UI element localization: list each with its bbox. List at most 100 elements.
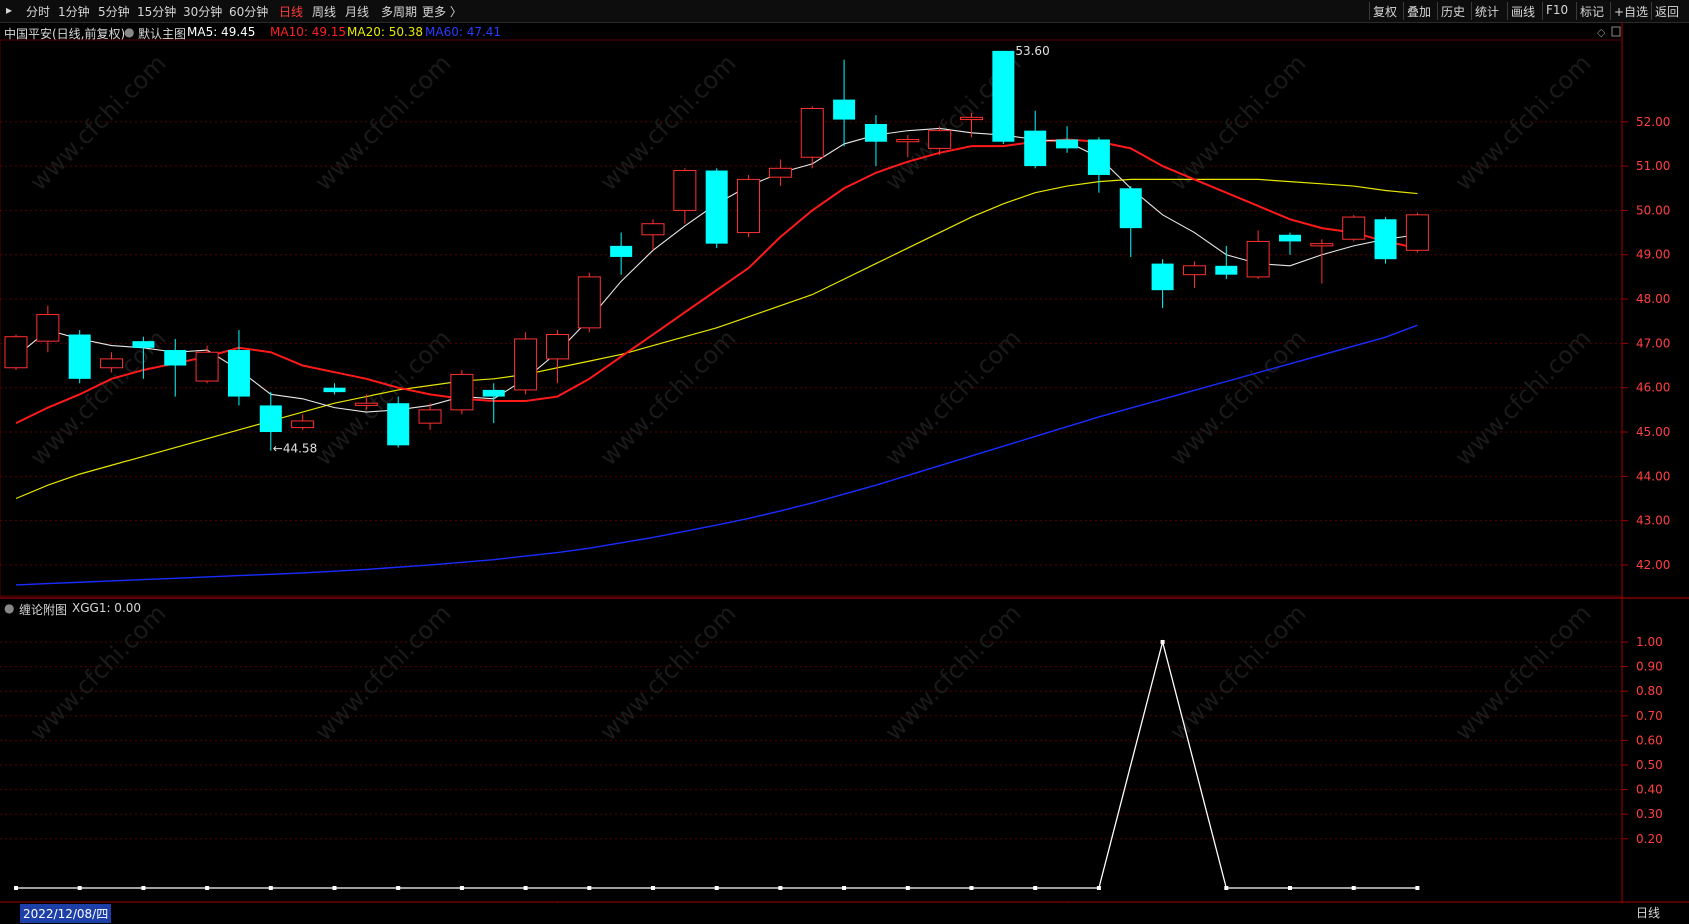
watermark-text: www.cfchi.com [879, 599, 1026, 746]
xgg1-point [651, 886, 655, 890]
price-tick-label: 50.00 [1636, 203, 1670, 217]
candle-body-down [387, 403, 410, 446]
candle-body-down [992, 50, 1015, 142]
candle-body-down [705, 170, 728, 244]
period-tab-9[interactable]: 多周期 [381, 3, 417, 20]
candle-body-up [1405, 214, 1429, 251]
price-tick-label: 45.00 [1636, 425, 1670, 439]
candle-body-up [4, 336, 28, 369]
candle-body-up [354, 402, 378, 406]
indicator-tick-label: 0.60 [1636, 733, 1663, 747]
tool-button-2[interactable]: 历史 [1441, 3, 1465, 20]
candle-body-up [418, 409, 442, 424]
xgg1-point [587, 886, 592, 890]
xgg1-point [1224, 886, 1229, 890]
period-tab-4[interactable]: 30分钟 [183, 3, 222, 20]
xgg1-point [268, 886, 273, 890]
xgg1-point [523, 886, 528, 890]
tool-button-7[interactable]: +自选 [1614, 3, 1648, 20]
candle-body-up [896, 139, 920, 143]
watermark-text: www.cfchi.com [594, 599, 741, 746]
period-tab-2[interactable]: 5分钟 [98, 3, 130, 20]
indicator-tick-label: 0.90 [1636, 660, 1663, 674]
xgg1-point [1160, 640, 1165, 644]
xgg1-point [905, 886, 910, 890]
tool-button-5[interactable]: F10 [1546, 3, 1568, 17]
price-tick-label: 51.00 [1636, 159, 1670, 173]
period-tab-7[interactable]: 周线 [312, 3, 336, 20]
price-tick-label: 49.00 [1636, 248, 1670, 262]
tool-button-3[interactable]: 统计 [1475, 3, 1499, 20]
high-price-label: 53.60 [1015, 44, 1049, 58]
candle-body-up [450, 373, 474, 411]
price-tick-label: 47.00 [1636, 336, 1670, 350]
tool-button-0[interactable]: 复权 [1373, 3, 1397, 20]
expand-arrow-icon[interactable]: ▸ [6, 3, 12, 17]
candle-body-up [1342, 216, 1366, 240]
low-price-label: ←44.58 [273, 442, 317, 456]
xgg1-point [1033, 886, 1038, 890]
watermark-text: www.cfchi.com [594, 324, 741, 471]
kline-chart[interactable]: 52.00 51.00 50.00 49.00 48.00 47.00 46.00 45.00… [0, 22, 1689, 904]
xgg1-point [714, 886, 719, 890]
indicator-tick-label: 0.20 [1636, 832, 1663, 846]
period-toolbar: 分时 1分钟 5分钟 15分钟 30分钟 60分钟 日线 周线 月线 多周期 更多 〉 ▸ 复权 叠加历… [0, 0, 1689, 23]
watermark-text: www.cfchi.com [1164, 49, 1311, 196]
indicator-tick-label: 1.00 [1636, 635, 1663, 649]
candle-body-down [610, 245, 633, 257]
period-tab-8[interactable]: 月线 [345, 3, 369, 20]
period-tab-5[interactable]: 60分钟 [229, 3, 268, 20]
day-tab[interactable]: 日线 [1636, 904, 1660, 921]
watermark-text: www.cfchi.com [309, 49, 456, 196]
candle-body-down [1087, 139, 1110, 175]
candle-body-up [737, 178, 761, 234]
period-tab-1[interactable]: 1分钟 [58, 3, 90, 20]
xgg1-point [14, 886, 18, 890]
watermark-text: www.cfchi.com [879, 324, 1026, 471]
period-tab-10[interactable]: 更多 〉 [422, 3, 462, 20]
candle-body-down [864, 123, 887, 142]
price-tick-label: 48.00 [1636, 292, 1670, 306]
candle-body-up [1310, 243, 1334, 247]
candle-body-down [259, 405, 282, 433]
candle-body-down [1024, 130, 1047, 167]
watermark-text: www.cfchi.com [24, 599, 171, 746]
cursor-date-label: 2022/12/08/四 [20, 904, 112, 923]
period-tab-3[interactable]: 15分钟 [137, 3, 176, 20]
candle-body-up [1182, 265, 1206, 276]
tool-button-4[interactable]: 画线 [1511, 3, 1535, 20]
tool-button-6[interactable]: 标记 [1580, 3, 1604, 20]
xgg1-point [141, 886, 146, 890]
indicator-tick-label: 0.40 [1636, 783, 1663, 797]
candle-body-up [195, 351, 219, 382]
candle-body-down [164, 350, 187, 366]
candle-body-down [227, 350, 250, 397]
price-tick-label: 43.00 [1636, 514, 1670, 528]
candle-body-up [960, 116, 983, 121]
tool-button-1[interactable]: 叠加 [1407, 3, 1431, 20]
xgg1-point [969, 886, 974, 890]
watermark-text: www.cfchi.com [1449, 599, 1596, 746]
price-tick-label: 46.00 [1636, 381, 1670, 395]
price-tick-label: 42.00 [1636, 558, 1670, 572]
watermark-text: www.cfchi.com [1164, 324, 1311, 471]
candle-body-up [768, 167, 792, 178]
candle-body-up [545, 334, 569, 360]
xgg1-point [1415, 886, 1420, 890]
candle-body-down [1119, 188, 1142, 229]
xgg1-point [1351, 886, 1356, 890]
period-tab-6[interactable]: 日线 [279, 3, 303, 20]
watermark-text: www.cfchi.com [309, 324, 456, 471]
xgg1-point [205, 886, 210, 890]
candle-body-up [928, 130, 952, 149]
xgg1-point [77, 886, 82, 890]
candle-body-up [514, 338, 538, 391]
candle-body-up [673, 170, 697, 211]
period-tab-0[interactable]: 分时 [26, 3, 50, 20]
candle-body-up [641, 223, 665, 236]
tool-button-8[interactable]: 返回 [1655, 3, 1679, 20]
time-axis-bar [0, 903, 1689, 924]
price-tick-label: 44.00 [1636, 469, 1670, 483]
candle-body-down [1056, 139, 1079, 149]
candle-body-down [1215, 265, 1238, 275]
